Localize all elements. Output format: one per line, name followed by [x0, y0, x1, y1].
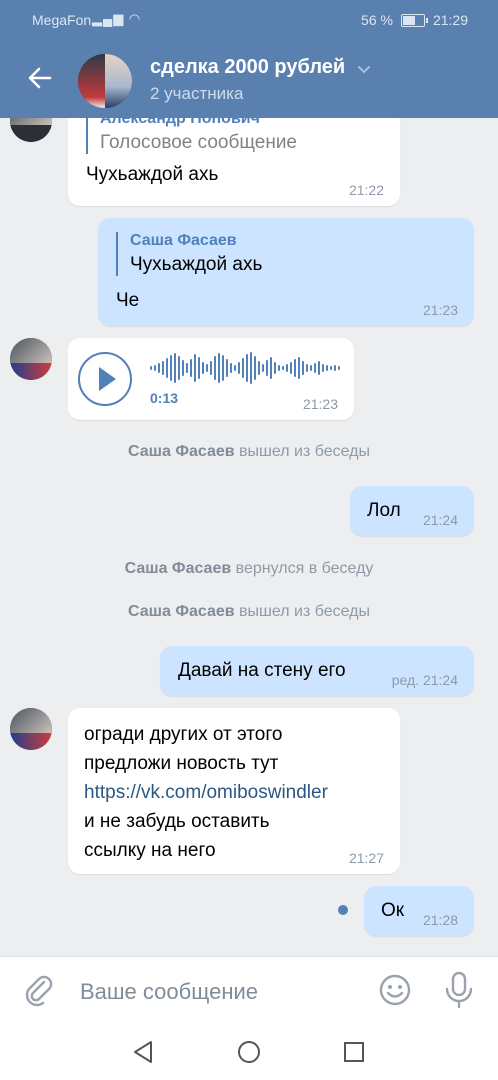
nav-home-icon[interactable] — [237, 1040, 261, 1064]
reply-author: Саша Фасаев — [130, 232, 237, 249]
message-text: огради других от этого предложи новость … — [84, 720, 328, 865]
reply-text: Голосовое сообщение — [100, 132, 297, 153]
message-bubble-outgoing[interactable]: Ок 21:28 — [364, 886, 474, 936]
service-user[interactable]: Саша Фасаев — [128, 603, 235, 620]
participants-count: 2 участника — [150, 84, 244, 103]
play-button[interactable] — [78, 352, 132, 406]
avatar[interactable] — [10, 338, 52, 380]
service-message: Саша Фасаев вернулся в беседу — [0, 560, 498, 578]
message-list[interactable]: Александр Попович Голосовое сообщение Чу… — [0, 118, 498, 956]
message-bubble-outgoing[interactable]: Давай на стену его ред. 21:24 — [160, 646, 474, 696]
reply-author: Александр Попович — [100, 118, 260, 127]
message-time: 21:24 — [422, 512, 458, 528]
nav-back-icon[interactable] — [132, 1040, 154, 1064]
carrier-name: MegaFon — [32, 12, 92, 28]
status-bar: MegaFon ▂▄▆ ◠ 56 % 21:29 — [0, 0, 498, 42]
battery-percent: 56 % — [361, 12, 393, 28]
message-time: ред. 21:24 — [391, 672, 458, 688]
message-line: ссылку на него — [84, 840, 216, 861]
message-bubble-incoming[interactable]: огради других от этого предложи новость … — [68, 708, 400, 874]
service-message: Саша Фасаев вышел из беседы — [0, 603, 498, 621]
reply-text: Чухьаждой ахь — [130, 254, 263, 275]
message-time: 21:27 — [348, 850, 384, 866]
battery-icon — [400, 13, 428, 27]
service-user[interactable]: Саша Фасаев — [128, 443, 235, 460]
voice-duration: 0:13 — [150, 390, 179, 406]
message-time: 21:22 — [348, 182, 384, 198]
message-link[interactable]: https://vk.com/omiboswindler — [84, 778, 328, 807]
message-input[interactable]: Ваше сообщение — [80, 979, 258, 1005]
unread-indicator — [338, 905, 348, 915]
paperclip-icon[interactable] — [22, 973, 56, 1007]
clock: 21:29 — [432, 12, 468, 28]
message-time: 21:23 — [302, 396, 338, 412]
battery-status: 56 % 21:29 — [361, 12, 468, 28]
service-action: вернулся в беседу — [235, 560, 374, 577]
message-time: 21:23 — [422, 302, 458, 318]
message-bubble-outgoing[interactable]: Лол 21:24 — [350, 486, 474, 536]
service-user[interactable]: Саша Фасаев — [125, 560, 232, 577]
message-line: и не забудь оставить — [84, 811, 270, 832]
message-composer: Ваше сообщение — [0, 956, 498, 1025]
microphone-icon[interactable] — [444, 971, 474, 1009]
message-text: Чухьаждой ахь — [86, 164, 219, 185]
service-action: вышел из беседы — [239, 443, 371, 460]
message-text: Че — [116, 290, 140, 311]
message-line: предложи новость тут — [84, 753, 279, 774]
message-text: Ок — [381, 900, 405, 921]
avatar[interactable] — [10, 118, 52, 142]
message-bubble-incoming[interactable]: Александр Попович Голосовое сообщение Чу… — [68, 118, 400, 206]
nav-recents-icon[interactable] — [343, 1041, 365, 1063]
service-action: вышел из беседы — [239, 603, 371, 620]
avatar[interactable] — [10, 708, 52, 750]
voice-message-bubble[interactable]: 0:13 21:23 — [68, 338, 354, 420]
message-text: Давай на стену его — [178, 660, 346, 681]
reply-quote[interactable]: Саша Фасаев Чухьаждой ахь — [116, 232, 262, 276]
system-nav-bar — [0, 1024, 498, 1080]
reply-quote[interactable]: Александр Попович Голосовое сообщение — [86, 118, 297, 154]
back-button[interactable] — [26, 64, 54, 92]
message-bubble-outgoing[interactable]: Саша Фасаев Чухьаждой ахь Че 21:23 — [98, 218, 474, 326]
smile-icon[interactable] — [378, 973, 412, 1007]
message-text: Лол — [367, 500, 401, 521]
waveform[interactable] — [150, 350, 346, 386]
chat-title: сделка 2000 рублей — [150, 56, 346, 78]
signal-icon: ▂▄▆ ◠ — [92, 11, 142, 26]
chevron-down-icon — [357, 65, 370, 74]
message-line: огради других от этого — [84, 724, 283, 745]
message-time: 21:28 — [422, 912, 458, 928]
chat-title-area[interactable]: сделка 2000 рублей 2 участника — [150, 56, 372, 104]
arrow-left-icon — [28, 67, 52, 89]
chat-header: сделка 2000 рублей 2 участника — [0, 42, 498, 118]
group-avatar[interactable] — [78, 54, 132, 108]
service-message: Саша Фасаев вышел из беседы — [0, 443, 498, 461]
